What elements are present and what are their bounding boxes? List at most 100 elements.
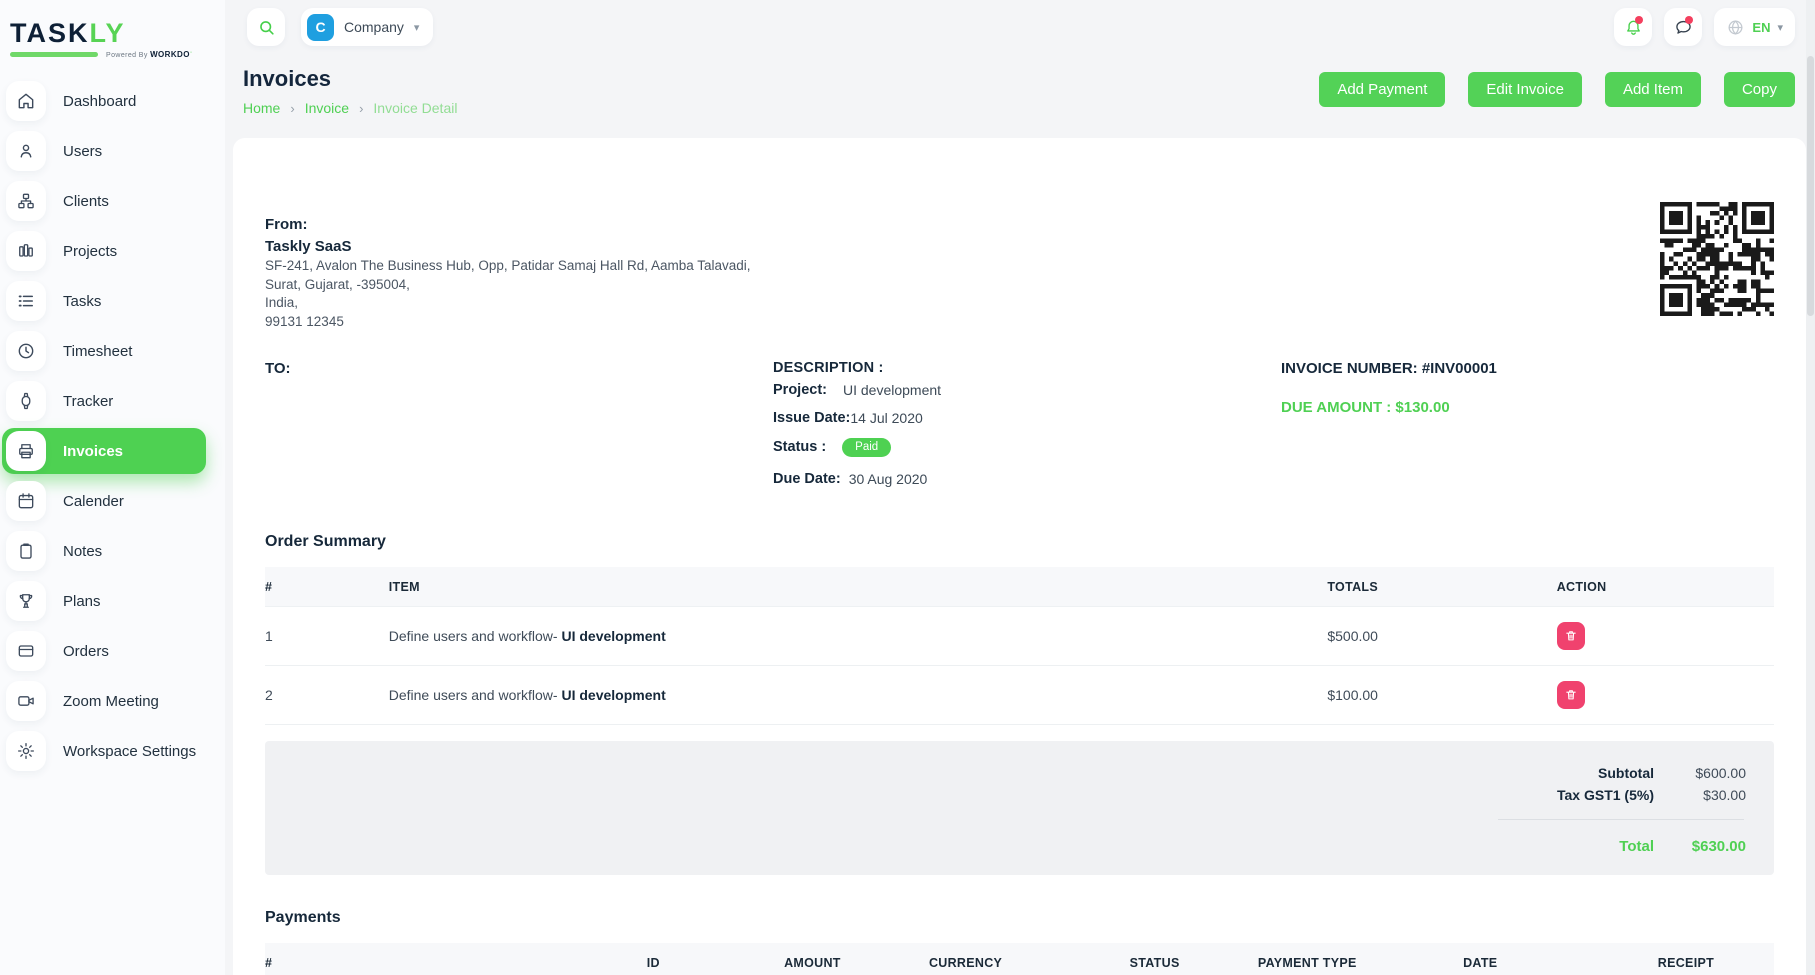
language-code: EN <box>1752 20 1770 35</box>
breadcrumb-home[interactable]: Home <box>243 100 280 116</box>
company-avatar: C <box>307 14 334 41</box>
sidebar-item-notes[interactable]: Notes <box>0 528 225 574</box>
breadcrumb-separator: › <box>359 101 363 116</box>
sidebar-item-projects[interactable]: Projects <box>0 228 225 274</box>
sidebar-nav: Dashboard Users Clients Projects <box>0 78 225 774</box>
breadcrumb-separator: › <box>290 101 294 116</box>
subtotal-label: Subtotal <box>1598 765 1654 781</box>
totals-summary-box: Subtotal $600.00 Tax GST1 (5%) $30.00 To… <box>265 741 1774 875</box>
total-value: $630.00 <box>1662 838 1746 855</box>
invoice-from-block: From: Taskly SaaS SF-241, Avalon The Bus… <box>265 216 751 332</box>
column-header-id: ID <box>647 943 784 975</box>
brand-wordmark: TASKLY <box>10 20 225 47</box>
clock-icon <box>6 331 46 371</box>
order-summary-table: # ITEM TOTALS ACTION 1 Define users and … <box>265 567 1774 725</box>
sidebar-item-tracker[interactable]: Tracker <box>0 378 225 424</box>
sidebar-item-label: Clients <box>63 193 109 210</box>
column-header-status: STATUS <box>1130 943 1258 975</box>
trash-icon <box>1564 629 1578 643</box>
sidebar-item-label: Timesheet <box>63 343 132 360</box>
app-root: TASKLY Powered By WORKDO˙ Dashboard User… <box>0 0 1815 975</box>
invoice-to-block: TO: <box>265 360 773 488</box>
page-actions: Add Payment Edit Invoice Add Item Copy <box>1319 72 1795 107</box>
gear-icon <box>6 731 46 771</box>
columns-icon <box>6 231 46 271</box>
qr-code <box>1660 202 1774 316</box>
sidebar-item-calender[interactable]: Calender <box>0 478 225 524</box>
column-header-item: ITEM <box>389 567 1328 607</box>
search-icon <box>257 18 276 37</box>
issue-date-label: Issue Date: <box>773 410 850 426</box>
trash-icon <box>1564 688 1578 702</box>
search-button[interactable] <box>247 8 285 46</box>
column-header-payment-type: PAYMENT TYPE <box>1258 943 1463 975</box>
company-label: Company <box>344 19 404 35</box>
clipboard-icon <box>6 531 46 571</box>
order-row: 2 Define users and workflow- UI developm… <box>265 666 1774 725</box>
sidebar-item-users[interactable]: Users <box>0 128 225 174</box>
column-header-receipt: RECEIPT <box>1658 943 1774 975</box>
column-header-totals: TOTALS <box>1327 567 1556 607</box>
sidebar-item-label: Invoices <box>63 443 123 460</box>
project-label: Project: <box>773 382 827 398</box>
notifications-button[interactable] <box>1614 8 1652 46</box>
chevron-down-icon: ▾ <box>1777 21 1783 34</box>
list-icon <box>6 281 46 321</box>
sidebar-item-plans[interactable]: Plans <box>0 578 225 624</box>
breadcrumb-current: Invoice Detail <box>373 100 457 116</box>
user-icon <box>6 131 46 171</box>
column-header-num: # <box>265 567 389 607</box>
status-label: Status : <box>773 439 826 455</box>
from-company-name: Taskly SaaS <box>265 238 751 255</box>
topbar: C Company ▾ EN ▾ <box>225 0 1815 46</box>
tax-value: $30.00 <box>1662 787 1746 803</box>
edit-invoice-button[interactable]: Edit Invoice <box>1468 72 1582 107</box>
printer-icon <box>6 431 46 471</box>
tax-label: Tax GST1 (5%) <box>1557 787 1654 803</box>
sidebar-item-label: Dashboard <box>63 93 136 110</box>
to-label: TO: <box>265 360 773 377</box>
sidebar-item-dashboard[interactable]: Dashboard <box>0 78 225 124</box>
sidebar: TASKLY Powered By WORKDO˙ Dashboard User… <box>0 0 225 975</box>
totals-divider <box>1498 819 1744 820</box>
issue-date-value: 14 Jul 2020 <box>850 410 922 426</box>
from-label: From: <box>265 216 751 233</box>
sidebar-item-label: Projects <box>63 243 117 260</box>
delete-item-button[interactable] <box>1557 681 1585 709</box>
sidebar-item-workspace-settings[interactable]: Workspace Settings <box>0 728 225 774</box>
globe-icon <box>1726 18 1745 37</box>
sidebar-item-tasks[interactable]: Tasks <box>0 278 225 324</box>
home-icon <box>6 81 46 121</box>
sidebar-item-label: Tracker <box>63 393 113 410</box>
order-total: $500.00 <box>1327 607 1556 666</box>
order-num: 2 <box>265 666 389 725</box>
copy-button[interactable]: Copy <box>1724 72 1795 107</box>
sidebar-item-clients[interactable]: Clients <box>0 178 225 224</box>
due-amount: DUE AMOUNT : $130.00 <box>1281 399 1774 416</box>
from-address: SF-241, Avalon The Business Hub, Opp, Pa… <box>265 257 751 332</box>
watch-icon <box>6 381 46 421</box>
messages-button[interactable] <box>1664 8 1702 46</box>
sidebar-item-orders[interactable]: Orders <box>0 628 225 674</box>
order-row: 1 Define users and workflow- UI developm… <box>265 607 1774 666</box>
column-header-num: # <box>265 943 647 975</box>
company-switcher[interactable]: C Company ▾ <box>301 8 433 46</box>
order-total: $100.00 <box>1327 666 1556 725</box>
add-payment-button[interactable]: Add Payment <box>1319 72 1445 107</box>
page-header: Invoices Home › Invoice › Invoice Detail… <box>225 46 1815 116</box>
language-selector[interactable]: EN ▾ <box>1714 8 1795 46</box>
delete-item-button[interactable] <box>1557 622 1585 650</box>
page-title: Invoices <box>243 66 457 92</box>
sidebar-item-timesheet[interactable]: Timesheet <box>0 328 225 374</box>
sidebar-item-invoices[interactable]: Invoices <box>2 428 206 474</box>
chevron-down-icon: ▾ <box>414 21 420 34</box>
project-value: UI development <box>843 382 941 398</box>
add-item-button[interactable]: Add Item <box>1605 72 1701 107</box>
column-header-action: ACTION <box>1557 567 1774 607</box>
sidebar-item-label: Orders <box>63 643 109 660</box>
sidebar-item-zoom-meeting[interactable]: Zoom Meeting <box>0 678 225 724</box>
order-num: 1 <box>265 607 389 666</box>
scrollbar-thumb[interactable] <box>1807 56 1814 316</box>
breadcrumb-invoice[interactable]: Invoice <box>305 100 349 116</box>
due-date-value: 30 Aug 2020 <box>849 471 928 487</box>
